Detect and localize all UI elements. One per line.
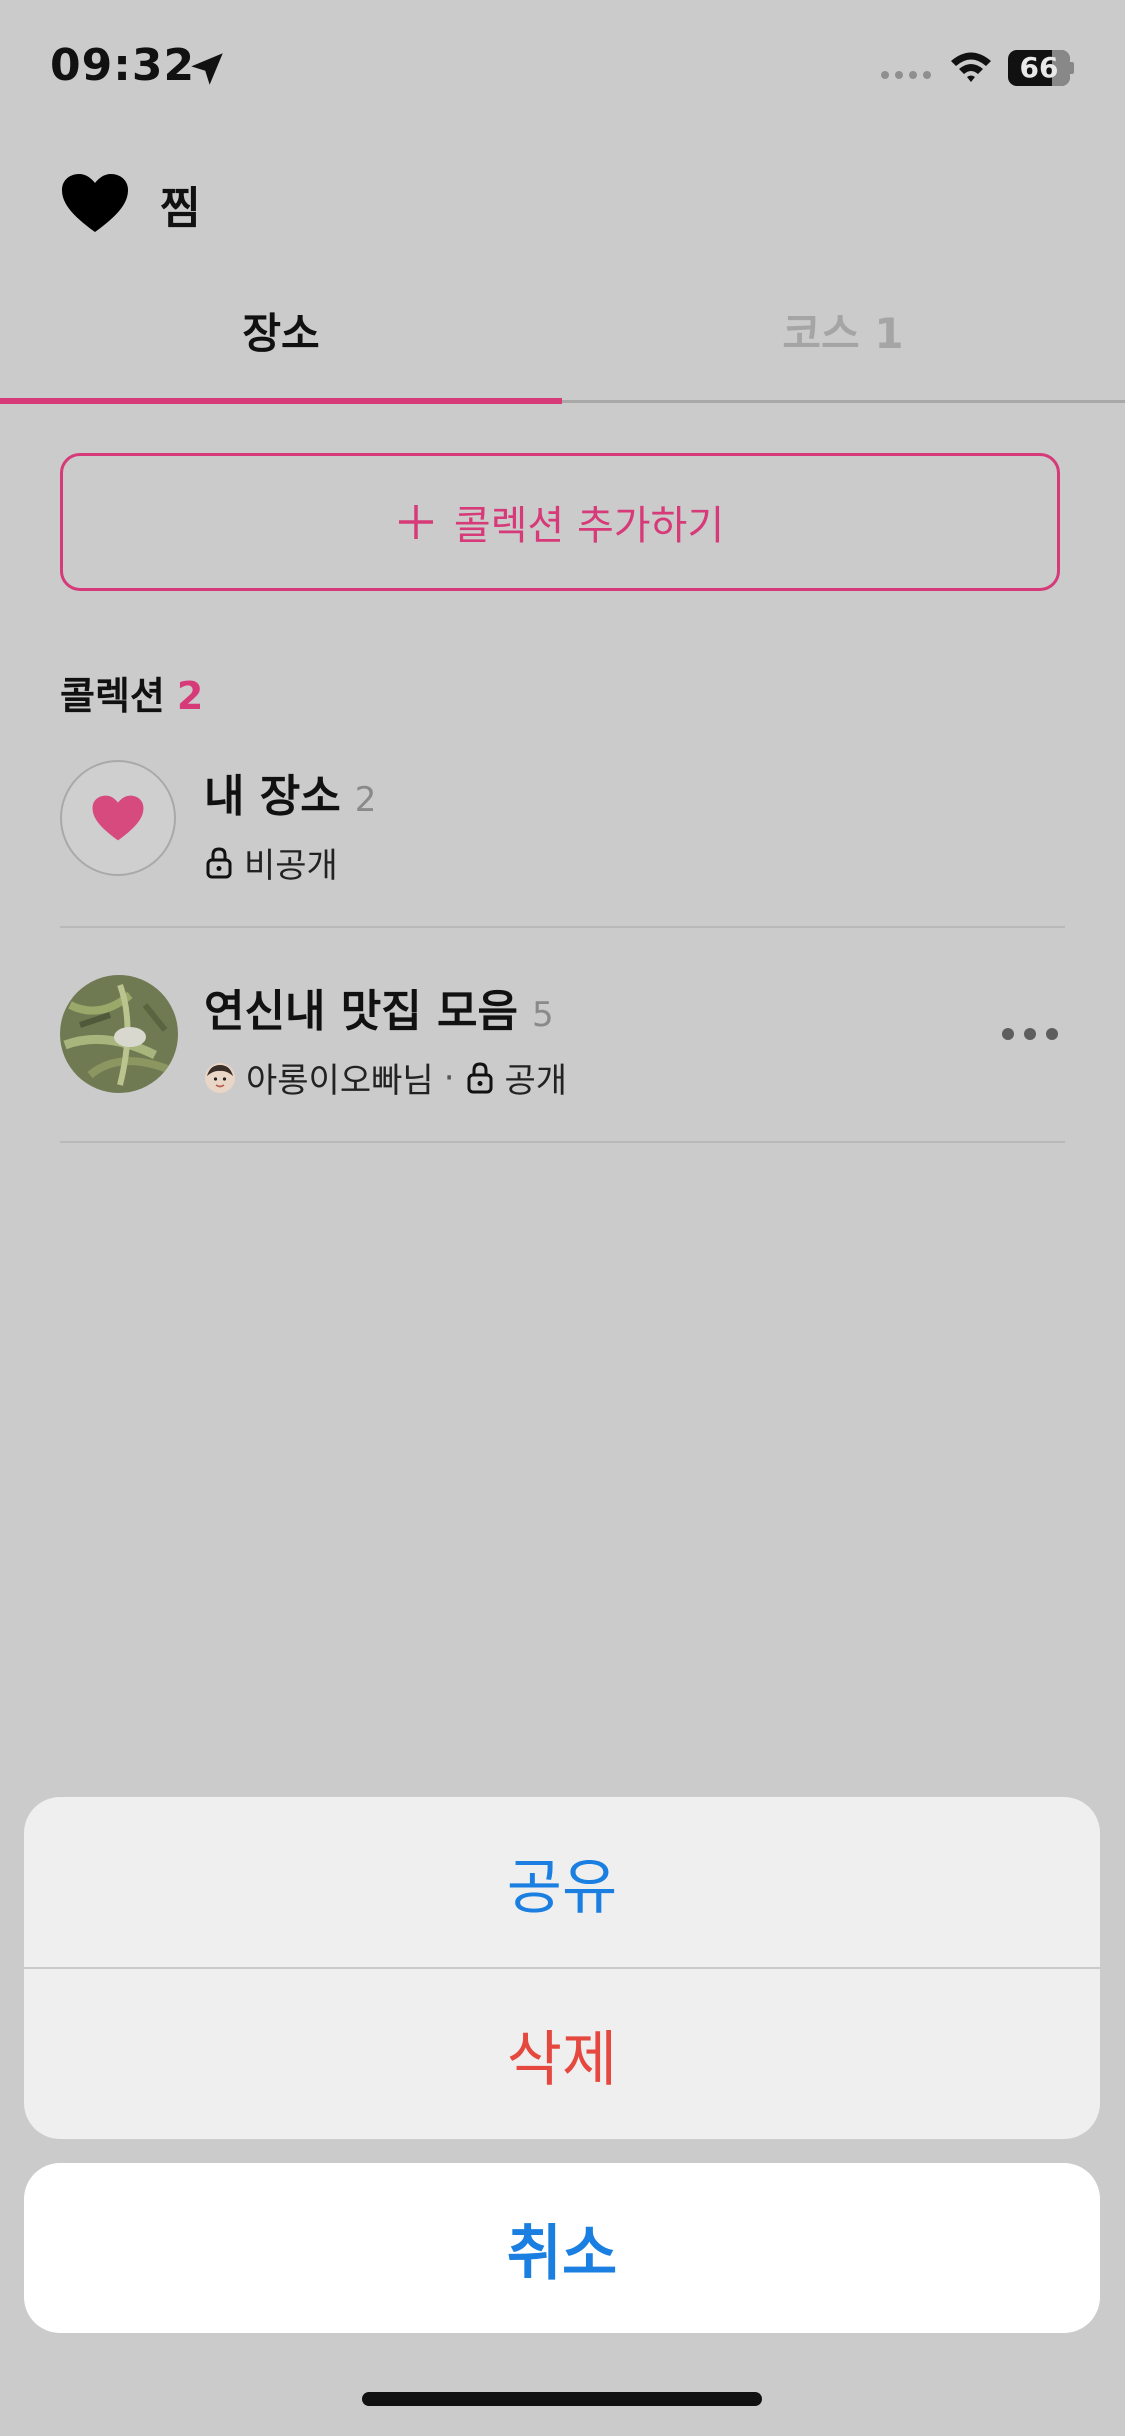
page-title: 찜	[160, 183, 201, 234]
battery-level: 66	[1019, 51, 1059, 84]
section-title: 콜렉션 2	[60, 665, 203, 720]
location-arrow-icon	[191, 53, 223, 85]
share-button[interactable]: 공유	[24, 1797, 1100, 1967]
lock-icon	[467, 1061, 492, 1093]
collection-name-row: 연신내 맛집 모음 5	[204, 975, 567, 1039]
tab-courses[interactable]: 코스 1	[562, 300, 1124, 361]
lock-icon	[206, 846, 232, 878]
wifi-icon	[951, 52, 991, 82]
tab-places[interactable]: 장소	[0, 300, 562, 361]
delete-button[interactable]: 삭제	[24, 1969, 1100, 2139]
collection-item[interactable]: 연신내 맛집 모음 5 아롱이오빠님 · 공개	[204, 975, 567, 1102]
owner-name: 아롱이오빠님	[246, 1061, 434, 1101]
status-time: 09:32	[50, 40, 196, 91]
cancel-button[interactable]: 취소	[24, 2163, 1100, 2333]
plus-icon	[398, 505, 433, 539]
heart-icon	[62, 174, 128, 232]
collection-meta: 아롱이오빠님 · 공개	[204, 1053, 567, 1102]
collection-name-row: 내 장소 2	[204, 760, 376, 824]
collection-meta: 비공개	[204, 838, 376, 887]
avatar	[205, 1062, 235, 1093]
more-options-icon[interactable]	[1000, 1022, 1060, 1046]
section-title-label: 콜렉션	[60, 674, 165, 718]
food-photo-image	[60, 975, 178, 1093]
collection-name: 내 장소	[204, 771, 341, 822]
collection-thumbnail[interactable]	[60, 975, 178, 1093]
battery-indicator: 66	[1008, 50, 1074, 86]
add-collection-label: 콜렉션 추가하기	[453, 503, 725, 549]
visibility-label: 공개	[504, 1061, 568, 1101]
meta-separator: ·	[443, 1057, 455, 1098]
action-sheet: 공유 삭제	[24, 1797, 1100, 2139]
add-collection-button[interactable]: 콜렉션 추가하기	[60, 453, 1060, 591]
collection-name: 연신내 맛집 모음	[204, 986, 518, 1037]
collection-item[interactable]: 내 장소 2 비공개	[204, 760, 376, 887]
collection-count: 2	[354, 780, 377, 820]
section-count: 2	[176, 674, 204, 718]
heart-icon	[92, 795, 144, 841]
collection-thumbnail[interactable]	[60, 760, 176, 876]
visibility-label: 비공개	[244, 846, 338, 886]
active-tab-indicator	[0, 398, 562, 404]
list-divider	[60, 1141, 1065, 1143]
home-indicator[interactable]	[362, 2392, 762, 2406]
list-divider	[60, 926, 1065, 928]
cellular-signal-icon	[881, 71, 931, 79]
collection-count: 5	[532, 995, 554, 1035]
